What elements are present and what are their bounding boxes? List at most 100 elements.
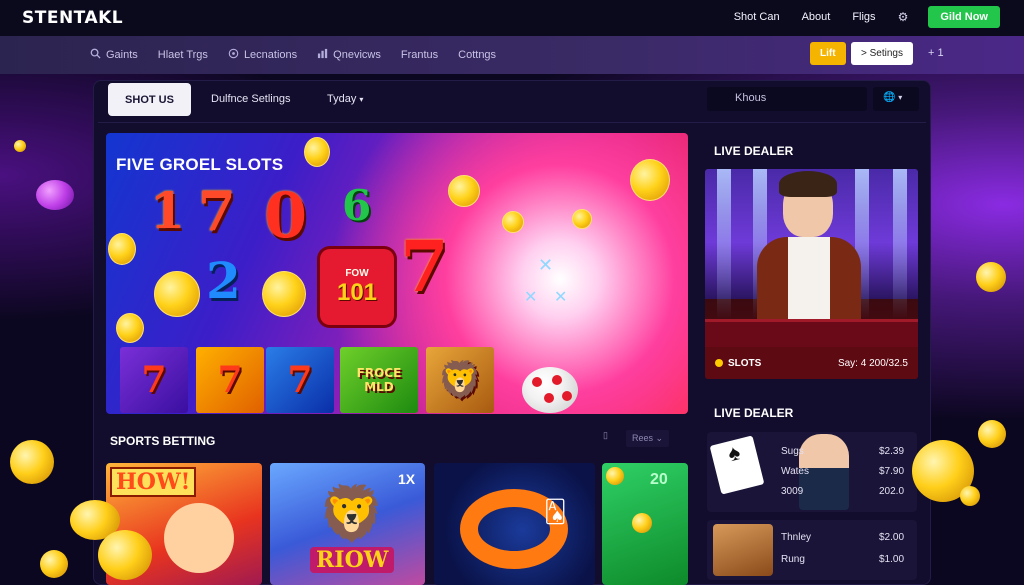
coin-icon: [36, 180, 74, 210]
sports-betting-title: SPORTS BETTING: [110, 434, 216, 448]
language-select[interactable]: 🌐 ▾: [873, 87, 919, 111]
top-link-fligs[interactable]: Fligs: [852, 11, 875, 23]
sports-tile-multiplier: 1X: [398, 471, 416, 487]
subnav-item-gaints[interactable]: Gaints: [90, 48, 138, 62]
hero-number: 1: [150, 181, 185, 240]
tab-dulfnce-setlings[interactable]: Dulfnce Setlings: [211, 93, 291, 105]
coin-icon: [572, 209, 592, 229]
subnav-label: Frantus: [400, 49, 439, 61]
slot-tile[interactable]: FROCE MLD: [340, 347, 418, 413]
subnav-item-hlaet-trgs[interactable]: Hlaet Trgs: [158, 48, 208, 62]
subnav-label: Gaints: [106, 49, 138, 61]
top-link-shot-can[interactable]: Shot Can: [734, 11, 780, 23]
tab-tyday[interactable]: Tyday ▾: [327, 93, 363, 105]
tab-divider: [98, 122, 926, 123]
hero-banner[interactable]: FIVE GROEL SLOTS 1 7 0 6 2 7 FOW 101 ✕ ✕…: [106, 133, 688, 414]
chevron-down-icon: ▾: [359, 95, 364, 104]
stats-icon: [317, 48, 328, 62]
top-bar: STENTAKL Shot Can About Fligs ⚙ Gild Now: [0, 0, 1024, 36]
live-dealer-bar: SLOTS Say: 4 200/32.5: [705, 347, 918, 379]
slot-tile-lion[interactable]: 🦁: [426, 347, 494, 413]
subnav-item-lecnations[interactable]: Lecnations: [228, 48, 297, 62]
gild-now-button[interactable]: Gild Now: [928, 6, 1000, 28]
settings-label: Setings: [869, 48, 903, 59]
hero-number: 7: [198, 179, 236, 243]
hero-number: 0: [264, 179, 308, 252]
dealer-row-name: Thnley: [781, 532, 812, 543]
card-table: [705, 319, 918, 347]
dealer-row-value: $2.39: [879, 446, 905, 457]
top-links: Shot Can About Fligs ⚙ Gild Now: [712, 6, 1000, 28]
subnav-label: Hlaet Trgs: [157, 49, 208, 61]
subnav-item-cottngs[interactable]: Cottngs: [458, 48, 496, 62]
hero-number: 7: [400, 225, 449, 308]
live-bar-label: SLOTS: [728, 357, 762, 369]
slot-tile[interactable]: 7: [120, 347, 188, 413]
roulette-ball-icon: [522, 367, 578, 413]
sparkle-icon: ✕: [538, 255, 554, 275]
lion-icon: 🦁: [437, 359, 483, 401]
coin-icon: [10, 440, 54, 484]
coin-icon: [108, 233, 136, 265]
sparkle-icon: ✕: [554, 289, 568, 306]
slot-tile[interactable]: 7: [196, 347, 264, 413]
location-icon: [228, 48, 239, 62]
sports-tile-value: 20: [650, 471, 668, 488]
sports-filter-label: Rees: [632, 433, 654, 443]
hero-title: FIVE GROEL SLOTS: [116, 155, 284, 174]
dealer-avatar-body: [757, 237, 861, 327]
live-dealer-card[interactable]: SLOTS Say: 4 200/32.5: [705, 169, 918, 379]
subnav-item-frantus[interactable]: Frantus: [401, 48, 438, 62]
sports-filter-toggle[interactable]: ▯: [603, 430, 608, 441]
hero-number: 6: [342, 181, 372, 230]
search-input[interactable]: Khous: [707, 87, 867, 111]
gear-icon[interactable]: ⚙: [898, 10, 909, 24]
brand-logo[interactable]: STENTAKL: [22, 8, 123, 28]
subnav-label: Cottngs: [458, 49, 497, 61]
cards-icon: 🂡: [544, 499, 567, 524]
live-dealer-title: LIVE DEALER: [714, 144, 794, 158]
notification-count[interactable]: + 1: [928, 47, 944, 59]
sports-tile[interactable]: 20: [602, 463, 688, 585]
sports-tile[interactable]: 1X 🦁 RIOW: [270, 463, 425, 585]
dealer-row-value: $2.00: [879, 532, 905, 543]
hero-badge: FOW 101: [320, 249, 394, 325]
hero-badge-top: FOW: [345, 267, 369, 279]
sports-tile-badge: RIOW: [310, 547, 395, 573]
live-dealer-2-card-b[interactable]: Thnley Rung $2.00 $1.00: [707, 520, 917, 580]
search-icon: [90, 48, 101, 62]
subnav-label: Qnevicws: [333, 49, 381, 61]
coin-icon: [976, 262, 1006, 292]
globe-icon: 🌐: [883, 92, 896, 103]
dealer-row-name: 3009: [781, 486, 804, 497]
dealer-row-value: $1.00: [879, 554, 905, 565]
hero-number: 2: [206, 251, 241, 310]
sports-tile-badge: HOW!: [110, 467, 197, 497]
subnav-item-qnevicws[interactable]: Qnevicws: [317, 48, 381, 62]
tab-tyday-label: Tyday: [327, 93, 357, 105]
coin-icon: [14, 140, 26, 152]
lift-button[interactable]: Lift: [810, 42, 846, 65]
dealer-row-value: 202.0: [879, 486, 905, 497]
live-dealer-2-card[interactable]: ♠ Sugs Wates 3009 $2.39 $7.90 202.0: [707, 432, 917, 512]
sports-filter-select[interactable]: Rees ⌄: [626, 430, 670, 447]
coin-icon: [632, 513, 652, 533]
tab-shot-us[interactable]: SHOT US: [108, 83, 191, 116]
dealer-row-value: $7.90: [879, 466, 905, 477]
top-link-about[interactable]: About: [802, 11, 831, 23]
live-bar-value: Say: 4 200/32.5: [837, 357, 908, 369]
coin-icon: [262, 271, 306, 317]
coin-icon: [304, 137, 330, 167]
live-dealer-2-title: LIVE DEALER: [714, 406, 794, 420]
coin-icon: [960, 486, 980, 506]
dealer-row-name: Wates: [781, 466, 809, 477]
coin-icon: [978, 420, 1006, 448]
coin-icon: [715, 359, 723, 367]
subnav-label: Lecnations: [243, 49, 298, 61]
coin-icon: [606, 467, 624, 485]
sports-tile[interactable]: 🂡: [434, 463, 595, 585]
lion-avatar: [713, 524, 773, 576]
settings-button[interactable]: > Setings: [851, 42, 913, 65]
dealer-avatar-hair: [779, 171, 837, 197]
slot-tile[interactable]: 7: [266, 347, 334, 413]
